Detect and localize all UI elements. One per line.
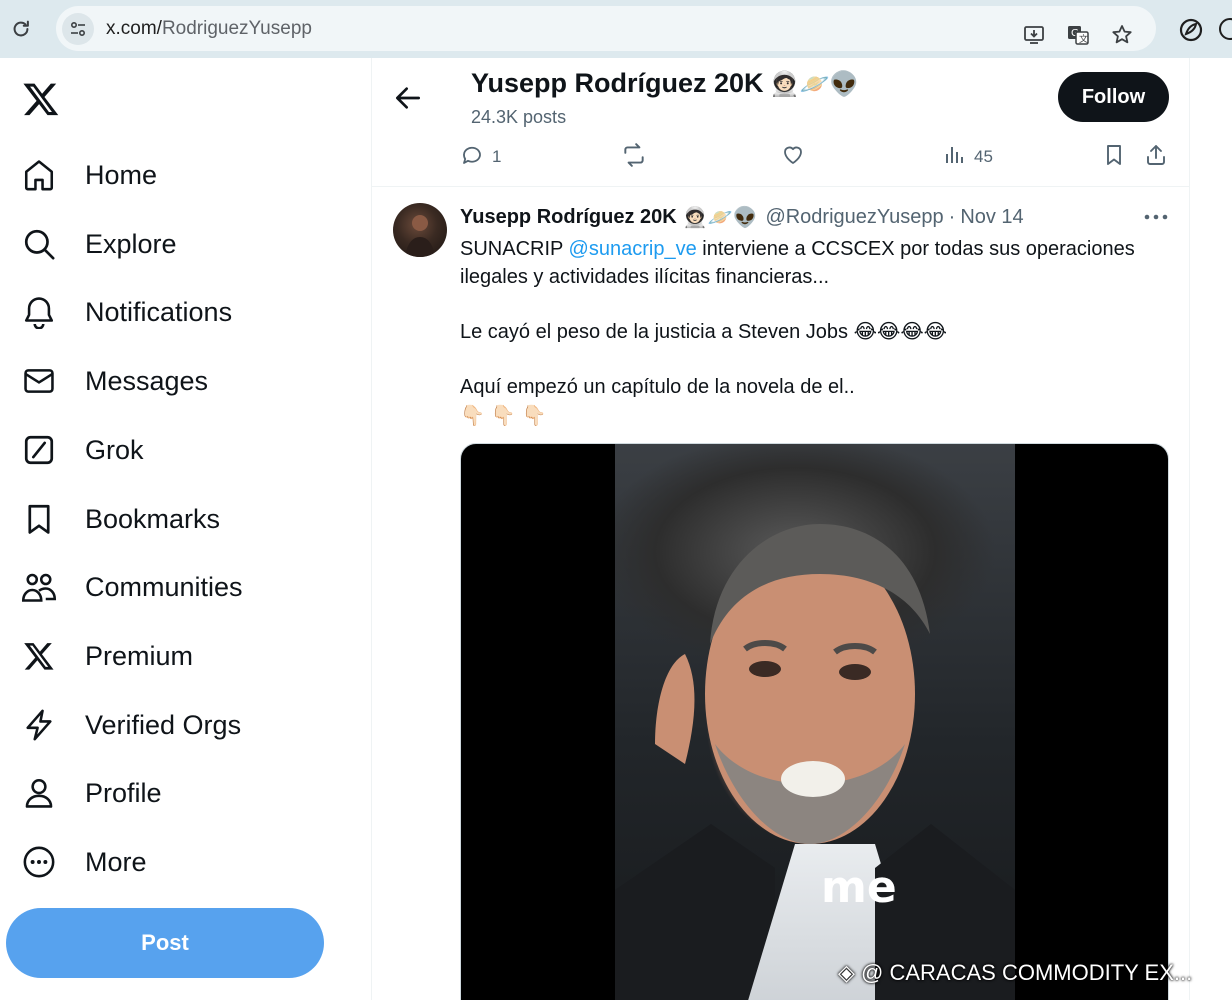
video-player[interactable]: me: [460, 443, 1169, 1000]
share-icon: [1144, 143, 1168, 172]
nav-grok[interactable]: Grok: [20, 424, 350, 476]
bookmark-icon: [1102, 143, 1126, 172]
nav-verified-orgs[interactable]: Verified Orgs: [20, 699, 350, 751]
tweet-header: Yusepp Rodríguez 20K 🧑🏻‍🚀🪐👽 @RodriguezYu…: [460, 205, 1024, 229]
nav-label: Communities: [85, 571, 243, 602]
reply-count: 1: [492, 147, 502, 166]
nav-label: Home: [85, 159, 158, 190]
tweet-author-handle[interactable]: @RodriguezYusepp: [765, 206, 943, 229]
nav-messages[interactable]: Messages: [20, 355, 350, 407]
nav-communities[interactable]: Communities: [20, 561, 350, 613]
profile-title: Yusepp Rodríguez 20K 🧑🏻‍🚀🪐👽: [471, 68, 859, 99]
follow-button[interactable]: Follow: [1058, 72, 1169, 122]
grok-icon: [20, 431, 58, 469]
tweet[interactable]: Yusepp Rodríguez 20K 🧑🏻‍🚀🪐👽 @RodriguezYu…: [372, 187, 1189, 1000]
reload-icon[interactable]: [10, 18, 32, 40]
reply-action[interactable]: 1: [460, 144, 501, 170]
nav-notifications[interactable]: Notifications: [20, 286, 350, 338]
profile-name-emojis: 🧑🏻‍🚀🪐👽: [769, 69, 860, 98]
nav-label: Verified Orgs: [85, 709, 242, 740]
analytics-icon: [942, 143, 966, 172]
x-logo-icon[interactable]: [22, 80, 60, 118]
main-column: Yusepp Rodríguez 20K 🧑🏻‍🚀🪐👽 24.3K posts …: [371, 58, 1190, 1000]
nav-profile[interactable]: Profile: [20, 767, 350, 819]
nav-bookmarks[interactable]: Bookmarks: [20, 493, 350, 545]
nav-label: More: [85, 846, 147, 877]
nav-label: Notifications: [85, 296, 233, 327]
avatar[interactable]: [393, 203, 447, 257]
bookmark-star-icon[interactable]: [1110, 23, 1134, 47]
nav-label: Bookmarks: [85, 503, 221, 534]
nav-explore[interactable]: Explore: [20, 218, 350, 270]
nav-more[interactable]: More: [20, 836, 350, 888]
video-caption: me: [821, 862, 897, 913]
tweet-author-emojis: 🧑🏻‍🚀🪐👽: [682, 205, 758, 229]
lightning-icon: [20, 706, 58, 744]
video-frame: me: [615, 444, 1015, 1000]
profile-name: Yusepp Rodríguez 20K: [471, 68, 764, 98]
nav-label: Profile: [85, 777, 162, 808]
envelope-icon: [20, 362, 58, 400]
post-count: 24.3K posts: [471, 107, 567, 127]
install-app-icon[interactable]: [1022, 23, 1046, 47]
nav-label: Grok: [85, 434, 144, 465]
nav-label: Messages: [85, 365, 209, 396]
repost-icon: [621, 142, 647, 173]
translate-icon[interactable]: G文: [1066, 23, 1090, 47]
post-button[interactable]: Post: [6, 908, 324, 978]
heart-icon: [781, 143, 805, 172]
browser-edge: [1218, 12, 1232, 46]
like-action[interactable]: [781, 144, 805, 170]
nav-premium[interactable]: Premium: [20, 630, 350, 682]
profile-header-bar: Yusepp Rodríguez 20K 🧑🏻‍🚀🪐👽 24.3K posts …: [372, 58, 1189, 186]
left-sidebar: Home Explore Notifications Messages Grok…: [0, 58, 370, 1000]
address-bar[interactable]: x.com/RodriguezYusepp G文: [56, 6, 1156, 51]
more-circle-icon: [20, 843, 58, 881]
bookmark-action[interactable]: [1102, 144, 1126, 170]
separator-dot: ·: [948, 205, 956, 228]
more-options-icon[interactable]: [1142, 207, 1170, 227]
svg-text:文: 文: [1079, 33, 1088, 45]
tweet-date[interactable]: Nov 14: [960, 206, 1023, 229]
tweet-line-emojis: 👇🏻👇🏻👇🏻: [460, 403, 553, 427]
extension-icon[interactable]: [1178, 17, 1204, 43]
mention-link[interactable]: @sunacrip_ve: [569, 238, 697, 260]
nav-label: Premium: [85, 640, 194, 671]
share-action[interactable]: [1144, 144, 1168, 170]
browser-toolbar: x.com/RodriguezYusepp G文: [0, 0, 1232, 58]
tweet-text: SUNACRIP @sunacrip_ve interviene a CCSCE…: [460, 235, 1170, 429]
back-arrow-icon[interactable]: [392, 82, 424, 114]
tweet-line: Le cayó el peso de la justicia a Steven …: [460, 321, 948, 343]
bell-icon: [20, 293, 58, 331]
video-face-illustration: [655, 524, 930, 844]
person-icon: [20, 774, 58, 812]
people-icon: [20, 568, 58, 606]
bookmark-icon: [20, 500, 58, 538]
reply-icon: [460, 143, 484, 172]
views-count: 45: [974, 147, 993, 166]
search-icon: [20, 225, 58, 263]
views-action[interactable]: 45: [942, 144, 993, 170]
url-text[interactable]: x.com/RodriguezYusepp: [106, 18, 312, 40]
tweet-line: SUNACRIP @sunacrip_ve interviene a CCSCE…: [460, 238, 1135, 288]
tweet-line: Aquí empezó un capítulo de la novela de …: [460, 376, 855, 398]
diamond-logo-icon: ◈: [838, 960, 862, 985]
site-info-icon[interactable]: [62, 13, 94, 45]
video-watermark: ◈ @ CARACAS COMMODITY EX...: [838, 960, 1193, 985]
tweet-author-name[interactable]: Yusepp Rodríguez 20K: [460, 206, 677, 229]
nav-label: Explore: [85, 228, 177, 259]
x-icon: [20, 637, 58, 675]
nav-home[interactable]: Home: [20, 149, 350, 201]
repost-action[interactable]: [621, 142, 647, 173]
home-icon: [20, 156, 58, 194]
